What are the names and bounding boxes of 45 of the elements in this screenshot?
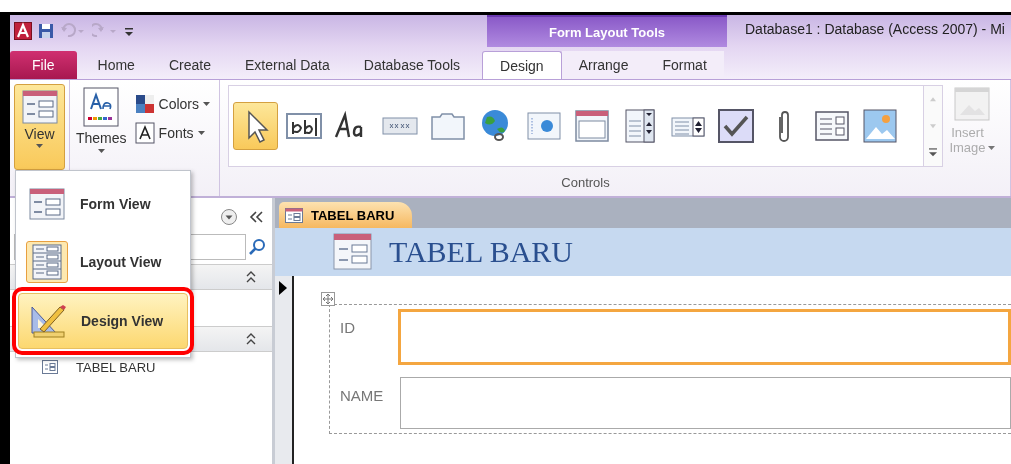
caret-icon bbox=[197, 131, 205, 135]
field-label: NAME bbox=[340, 386, 385, 406]
ribbon-tab[interactable]: Home bbox=[80, 51, 152, 79]
form-icon bbox=[333, 233, 373, 271]
nav-item-label: TABEL BARU bbox=[76, 359, 156, 375]
color-palette-icon bbox=[134, 94, 155, 114]
image-icon bbox=[954, 87, 990, 121]
collapse-group-icon[interactable] bbox=[244, 332, 258, 346]
current-record-icon bbox=[279, 281, 287, 295]
field-label: ID bbox=[340, 318, 356, 338]
collapse-group-icon[interactable] bbox=[244, 270, 258, 284]
caret-icon bbox=[988, 146, 995, 150]
text-field[interactable] bbox=[398, 309, 1011, 365]
move-handle-icon[interactable] bbox=[321, 292, 335, 306]
form-icon bbox=[42, 360, 58, 374]
caret-icon bbox=[203, 102, 211, 106]
collapse-icon[interactable] bbox=[248, 209, 264, 225]
text-field[interactable] bbox=[400, 377, 1011, 429]
ribbon-tab[interactable]: External Data bbox=[227, 51, 347, 79]
colors-button[interactable]: Colors bbox=[134, 94, 211, 114]
window-title: Database1 : Database (Access 2007) - Mi bbox=[744, 20, 1006, 39]
save-icon[interactable] bbox=[38, 23, 54, 39]
select-control-icon[interactable] bbox=[233, 102, 278, 150]
ribbon-tab[interactable]: File bbox=[10, 51, 77, 79]
menu-item[interactable]: Layout View bbox=[18, 235, 188, 289]
font-icon bbox=[134, 122, 155, 144]
contextual-tab-group: Form Layout Tools bbox=[487, 15, 727, 47]
themes-icon bbox=[83, 87, 120, 127]
caret-icon bbox=[97, 149, 105, 153]
group-label: Controls bbox=[560, 175, 611, 190]
ribbon-tab[interactable]: Database Tools bbox=[346, 51, 478, 79]
form-title: TABEL BARU bbox=[389, 235, 573, 269]
dropdown-icon[interactable] bbox=[220, 208, 238, 226]
search-icon[interactable] bbox=[248, 238, 266, 256]
app-icon[interactable] bbox=[14, 22, 32, 40]
fonts-button[interactable]: Fonts bbox=[134, 122, 211, 144]
ribbon-tab[interactable]: Create bbox=[151, 51, 228, 79]
view-button[interactable]: View bbox=[14, 84, 65, 170]
caret-icon bbox=[36, 144, 43, 148]
nav-item[interactable]: TABEL BARU bbox=[10, 356, 272, 378]
form-icon bbox=[285, 207, 303, 223]
document-tab[interactable]: TABEL BARU bbox=[279, 202, 413, 228]
ribbon-tab[interactable]: Design bbox=[482, 51, 562, 79]
record-selector[interactable] bbox=[275, 276, 294, 464]
form-icon bbox=[21, 90, 58, 124]
